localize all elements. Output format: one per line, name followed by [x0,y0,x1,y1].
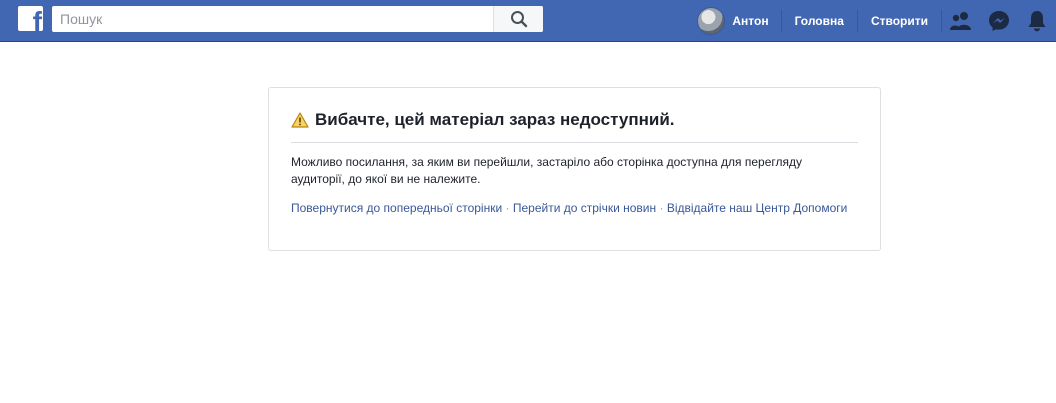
notifications-button[interactable] [1018,0,1056,42]
create-link[interactable]: Створити [858,0,941,42]
home-label: Головна [794,14,844,28]
news-feed-link[interactable]: Перейти до стрічки новин [513,201,656,215]
profile-link[interactable]: Антон [697,0,780,42]
divider [291,142,858,143]
facebook-logo-letter: f [32,6,42,32]
search-button[interactable] [493,6,543,32]
warning-icon [291,112,309,128]
back-link[interactable]: Повернутися до попередньої сторінки [291,201,502,215]
error-message: Можливо посилання, за яким ви перейшли, … [291,155,802,186]
create-label: Створити [870,14,928,28]
top-navigation-bar: f Антон Головна Створити [0,0,1056,42]
search-icon [510,11,527,28]
search-input[interactable] [52,6,492,32]
error-card: Вибачте, цей матеріал зараз недоступний.… [268,87,881,251]
facebook-logo[interactable]: f [18,6,43,31]
help-center-link[interactable]: Відвідайте наш Центр Допомоги [667,201,848,215]
messenger-button[interactable] [980,0,1018,42]
nav-right-group: Антон Головна Створити [697,0,1056,42]
profile-name: Антон [732,14,769,28]
search-box [52,6,543,32]
messenger-icon [989,11,1009,31]
notifications-icon [1028,11,1046,32]
error-heading: Вибачте, цей матеріал зараз недоступний. [291,110,675,130]
link-separator: · [505,201,510,215]
friend-requests-button[interactable] [942,0,980,42]
home-link[interactable]: Головна [782,0,857,42]
error-links: Повернутися до попередньої сторінки · Пе… [291,200,858,217]
avatar [697,7,726,35]
error-title: Вибачте, цей матеріал зараз недоступний. [315,110,675,129]
link-separator: · [659,201,664,215]
friends-icon [950,12,971,30]
